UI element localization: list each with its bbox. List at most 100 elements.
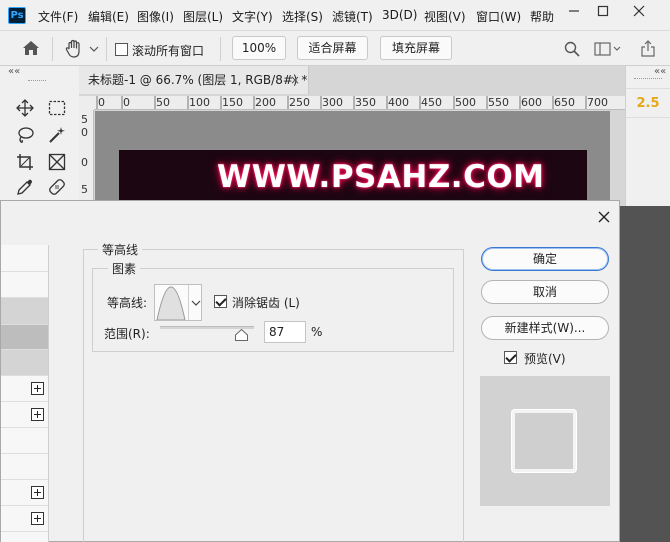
- document-tab-title: 未标题-1 @ 66.7% (图层 1, RGB/8#) *: [88, 73, 308, 87]
- vertical-ruler: 5 0 0 5: [79, 110, 94, 206]
- add-icon[interactable]: [31, 512, 44, 525]
- eyedropper-tool[interactable]: [14, 176, 36, 198]
- bandage-icon: [49, 179, 65, 195]
- maximize-button[interactable]: [588, 1, 618, 21]
- list-item[interactable]: [1, 272, 48, 298]
- cancel-button[interactable]: 取消: [481, 280, 609, 304]
- lasso-icon: [18, 127, 34, 143]
- share-icon: [641, 40, 655, 57]
- tool-preset-dropdown[interactable]: [89, 43, 99, 57]
- list-item[interactable]: [1, 402, 48, 428]
- healing-brush-tool[interactable]: [46, 176, 68, 198]
- workspace-icon: [594, 42, 621, 56]
- search-icon: [564, 41, 580, 57]
- group-title: 图素: [108, 260, 141, 277]
- new-style-button[interactable]: 新建样式(W)...: [481, 316, 609, 340]
- menu-file[interactable]: 文件(F): [38, 8, 78, 25]
- lasso-tool[interactable]: [14, 124, 36, 146]
- minimize-button[interactable]: [559, 1, 589, 21]
- layer-style-dialog: 等高线 图素 等高线: 消除锯齿 (L) 范围(R): 87 % 确定 取消 新…: [0, 200, 620, 542]
- list-item[interactable]: [1, 480, 48, 506]
- menu-layer[interactable]: 图层(L): [183, 8, 223, 25]
- range-unit: %: [311, 325, 323, 339]
- canvas-text-layer: WWW.PSAHZ.COM: [217, 159, 545, 195]
- ruler-label: 100: [189, 96, 210, 109]
- marquee-tool[interactable]: [46, 97, 68, 119]
- list-item[interactable]: [1, 298, 48, 325]
- menu-help[interactable]: 帮助: [530, 8, 554, 25]
- range-input[interactable]: 87: [264, 321, 306, 343]
- magic-wand-tool[interactable]: [46, 124, 68, 146]
- list-item-selected[interactable]: [1, 325, 48, 350]
- chevron-down-icon: [191, 300, 201, 306]
- frame-tool[interactable]: [46, 151, 68, 173]
- slider-thumb-icon: [235, 328, 249, 341]
- menu-3d[interactable]: 3D(D): [382, 8, 417, 22]
- menu-edit[interactable]: 编辑(E): [88, 8, 129, 25]
- ruler-label: 550: [488, 96, 509, 109]
- close-icon: [633, 5, 645, 17]
- move-tool[interactable]: [14, 97, 36, 119]
- rectangle-marquee-icon: [48, 100, 66, 116]
- add-icon[interactable]: [31, 486, 44, 499]
- close-window-button[interactable]: [624, 1, 654, 21]
- menu-filter[interactable]: 滤镜(T): [332, 8, 373, 25]
- workspace-button[interactable]: [594, 41, 622, 60]
- preview-checkbox[interactable]: [504, 351, 517, 364]
- add-icon[interactable]: [31, 382, 44, 395]
- ruler-label: 250: [289, 96, 310, 109]
- menu-view[interactable]: 视图(V): [424, 8, 466, 25]
- list-item[interactable]: [1, 428, 48, 454]
- list-item[interactable]: [1, 376, 48, 402]
- range-label: 范围(R):: [104, 327, 150, 341]
- home-icon: [23, 41, 39, 55]
- range-slider-thumb[interactable]: [235, 328, 249, 341]
- dialog-close-button[interactable]: [594, 207, 614, 227]
- contour-curve-icon: [156, 286, 186, 320]
- contour-picker[interactable]: [154, 284, 202, 321]
- preview-swatch: [512, 410, 576, 472]
- ruler-corner: [79, 96, 94, 110]
- ok-button[interactable]: 确定: [481, 247, 609, 271]
- zoom-100-button[interactable]: 100%: [232, 36, 286, 60]
- close-document-button[interactable]: ×: [290, 66, 300, 94]
- panel-grip: [28, 80, 46, 83]
- share-button[interactable]: [640, 40, 656, 61]
- collapse-panel-button[interactable]: ««: [8, 66, 20, 77]
- scroll-all-windows-label: 滚动所有窗口: [132, 44, 205, 58]
- preview-label: 预览(V): [524, 352, 566, 366]
- chevron-down-icon: [89, 46, 99, 52]
- ruler-label: 350: [355, 96, 376, 109]
- list-item[interactable]: [1, 454, 48, 480]
- document-tab[interactable]: 未标题-1 @ 66.7% (图层 1, RGB/8#) * ×: [79, 66, 309, 94]
- ruler-label: 0: [81, 126, 88, 139]
- ruler-label: 300: [322, 96, 343, 109]
- ruler-label: 400: [388, 96, 409, 109]
- ruler-label: 450: [421, 96, 442, 109]
- antialias-checkbox[interactable]: [214, 295, 227, 308]
- list-item[interactable]: [1, 506, 48, 532]
- add-icon[interactable]: [31, 408, 44, 421]
- frame-icon: [48, 153, 66, 171]
- menu-image[interactable]: 图像(I): [137, 8, 174, 25]
- home-button[interactable]: [22, 40, 40, 59]
- magic-wand-icon: [49, 127, 65, 143]
- menu-window[interactable]: 窗口(W): [476, 8, 521, 25]
- minimize-icon: [569, 10, 579, 12]
- list-item[interactable]: [1, 350, 48, 376]
- section-title: 等高线: [98, 241, 143, 258]
- search-button[interactable]: [564, 41, 580, 60]
- ruler-label: 600: [521, 96, 542, 109]
- hand-tool-preset[interactable]: [64, 39, 84, 62]
- list-item[interactable]: [1, 245, 48, 272]
- fit-screen-button[interactable]: 适合屏幕: [297, 36, 368, 60]
- collapse-panel-button[interactable]: ««: [654, 66, 666, 77]
- panel-grip: [634, 78, 662, 81]
- crop-tool[interactable]: [14, 151, 36, 173]
- menu-select[interactable]: 选择(S): [282, 8, 323, 25]
- menu-type[interactable]: 文字(Y): [232, 8, 273, 25]
- divider: [220, 37, 221, 61]
- scroll-all-windows-checkbox[interactable]: [115, 43, 128, 56]
- fill-screen-button[interactable]: 填充屏幕: [380, 36, 452, 60]
- panel-value-badge[interactable]: 2.5: [626, 88, 670, 118]
